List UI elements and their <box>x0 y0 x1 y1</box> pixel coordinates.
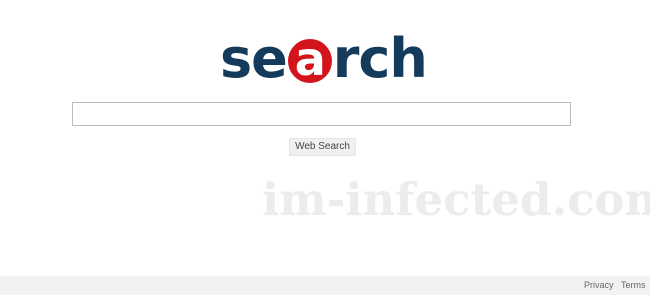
watermark-text: im-infected.com <box>262 173 650 226</box>
logo-a-circle: a <box>287 36 332 83</box>
logo-text-se: se <box>220 27 288 90</box>
search-input[interactable] <box>72 102 571 126</box>
web-search-button[interactable]: Web Search <box>289 138 356 156</box>
search-logo: se a rch <box>220 28 430 90</box>
terms-link[interactable]: Terms <box>621 276 646 295</box>
logo-text-rch: rch <box>332 27 428 90</box>
footer-bar: Privacy Terms <box>0 276 650 295</box>
privacy-link[interactable]: Privacy <box>584 276 614 295</box>
